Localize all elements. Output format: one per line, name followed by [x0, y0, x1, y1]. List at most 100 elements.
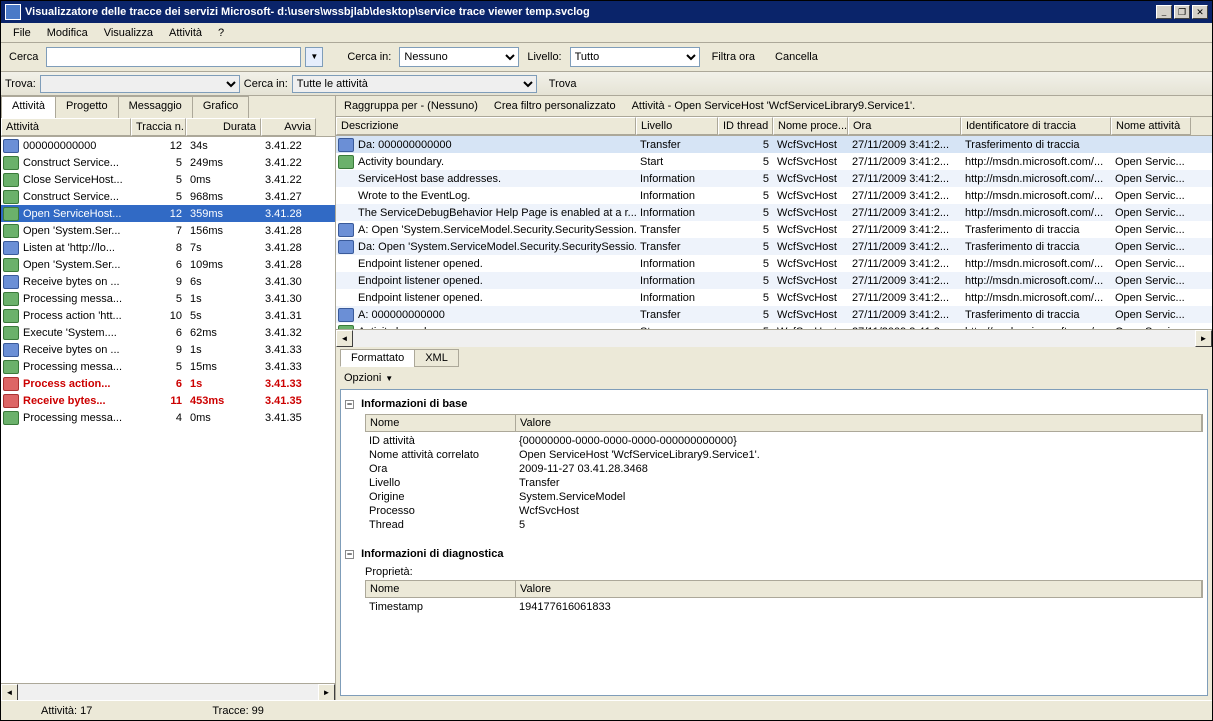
activity-icon [3, 292, 19, 306]
activity-row[interactable]: Listen at 'http://lo...87s3.41.28 [1, 239, 335, 256]
options-dropdown[interactable]: Opzioni ▼ [336, 367, 1212, 389]
trace-count: Tracce: 99 [212, 705, 264, 716]
col-header[interactable]: Ora [848, 117, 961, 135]
col-header[interactable]: Durata [186, 118, 261, 136]
scroll-right-button[interactable]: ► [1195, 330, 1212, 347]
col-header[interactable]: Nome attività [1111, 117, 1191, 135]
basic-info-section[interactable]: − Informazioni di base [345, 394, 1203, 414]
detail-tab-xml[interactable]: XML [414, 349, 459, 367]
trace-row[interactable]: Wrote to the EventLog.Information5WcfSvc… [336, 187, 1212, 204]
activities-list[interactable]: 0000000000001234s3.41.22Construct Servic… [1, 137, 335, 683]
tab-grafico[interactable]: Grafico [192, 96, 249, 118]
trace-row[interactable]: Endpoint listener opened.Information5Wcf… [336, 255, 1212, 272]
scroll-left-button[interactable]: ◄ [336, 330, 353, 347]
search-input[interactable] [46, 47, 301, 67]
trace-row[interactable]: The ServiceDebugBehavior Help Page is en… [336, 204, 1212, 221]
trace-icon [338, 138, 354, 152]
collapse-icon[interactable]: − [345, 550, 354, 559]
filter-now-button[interactable]: Filtra ora [704, 47, 763, 67]
cerca-label: Cerca [5, 51, 42, 63]
trace-row[interactable]: ServiceHost base addresses.Information5W… [336, 170, 1212, 187]
activity-row[interactable]: Processing messa...51s3.41.30 [1, 290, 335, 307]
col-header[interactable]: Avvia [261, 118, 316, 136]
activity-row[interactable]: Open ServiceHost...12359ms3.41.28 [1, 205, 335, 222]
menu-?[interactable]: ? [210, 25, 232, 40]
detail-body[interactable]: − Informazioni di base Nome Valore ID at… [340, 389, 1208, 696]
trace-row[interactable]: Activity boundary.Start5WcfSvcHost27/11/… [336, 153, 1212, 170]
menu-attività[interactable]: Attività [161, 25, 210, 40]
activity-icon [3, 173, 19, 187]
detail-tab-formattato[interactable]: Formattato [340, 349, 415, 367]
col-header[interactable]: Livello [636, 117, 718, 135]
col-header[interactable]: Identificatore di traccia [961, 117, 1111, 135]
trace-icon [338, 240, 354, 254]
cancel-button[interactable]: Cancella [767, 47, 826, 67]
scroll-right-button[interactable]: ► [318, 684, 335, 701]
trace-row[interactable]: A: 000000000000Transfer5WcfSvcHost27/11/… [336, 306, 1212, 323]
scroll-left-button[interactable]: ◄ [1, 684, 18, 701]
tab-attività[interactable]: Attività [1, 96, 56, 118]
menu-file[interactable]: File [5, 25, 39, 40]
activity-row[interactable]: Open 'System.Ser...7156ms3.41.28 [1, 222, 335, 239]
activity-icon [3, 156, 19, 170]
col-header[interactable]: Nome proce... [773, 117, 848, 135]
activity-row[interactable]: Processing messa...40ms3.41.35 [1, 409, 335, 426]
trace-row[interactable]: Da: 000000000000Transfer5WcfSvcHost27/11… [336, 136, 1212, 153]
diag-info-section[interactable]: − Informazioni di diagnostica [345, 544, 1203, 564]
hscrollbar[interactable]: ◄ ► [1, 683, 335, 700]
tab-messaggio[interactable]: Messaggio [118, 96, 193, 118]
trace-row[interactable]: Endpoint listener opened.Information5Wcf… [336, 289, 1212, 306]
menu-visualizza[interactable]: Visualizza [96, 25, 161, 40]
left-tabs: AttivitàProgettoMessaggioGrafico [1, 96, 335, 118]
col-header[interactable]: Descrizione [336, 117, 636, 135]
maximize-button[interactable]: ❐ [1174, 5, 1190, 19]
activity-row[interactable]: Process action 'htt...105s3.41.31 [1, 307, 335, 324]
find-select[interactable] [40, 75, 240, 93]
trace-row[interactable]: Da: Open 'System.ServiceModel.Security.S… [336, 238, 1212, 255]
activity-icon [3, 224, 19, 238]
find-cercain-label: Cerca in: [244, 78, 288, 90]
activity-row[interactable]: Close ServiceHost...50ms3.41.22 [1, 171, 335, 188]
create-filter-link[interactable]: Crea filtro personalizzato [494, 100, 616, 112]
activities-header: AttivitàTraccia n.DurataAvvia [1, 118, 335, 137]
activity-row[interactable]: Process action...61s3.41.33 [1, 375, 335, 392]
minimize-button[interactable]: _ [1156, 5, 1172, 19]
col-header[interactable]: Traccia n. [131, 118, 186, 136]
search-in-select[interactable]: Nessuno [399, 47, 519, 67]
trace-icon [338, 308, 354, 322]
activity-row[interactable]: Processing messa...515ms3.41.33 [1, 358, 335, 375]
trace-row[interactable]: Endpoint listener opened.Information5Wcf… [336, 272, 1212, 289]
find-button[interactable]: Trova [541, 78, 585, 90]
activity-label: Attività - Open ServiceHost 'WcfServiceL… [632, 100, 916, 112]
chevron-down-icon: ▼ [385, 374, 393, 383]
activity-row[interactable]: 0000000000001234s3.41.22 [1, 137, 335, 154]
find-toolbar: Trova: Cerca in: Tutte le attività Trova [1, 72, 1212, 96]
tab-progetto[interactable]: Progetto [55, 96, 119, 118]
col-header[interactable]: Attività [1, 118, 131, 136]
traces-header: DescrizioneLivelloID threadNome proce...… [336, 117, 1212, 136]
activity-row[interactable]: Receive bytes on ...96s3.41.30 [1, 273, 335, 290]
activity-icon [3, 139, 19, 153]
activity-row[interactable]: Execute 'System....662ms3.41.32 [1, 324, 335, 341]
search-dropdown[interactable]: ▼ [305, 47, 323, 67]
traces-hscrollbar[interactable]: ◄ ► [336, 329, 1212, 346]
activity-icon [3, 360, 19, 374]
activity-row[interactable]: Open 'System.Ser...6109ms3.41.28 [1, 256, 335, 273]
activity-row[interactable]: Receive bytes...11453ms3.41.35 [1, 392, 335, 409]
col-header[interactable]: ID thread [718, 117, 773, 135]
collapse-icon[interactable]: − [345, 400, 354, 409]
level-select[interactable]: Tutto [570, 47, 700, 67]
trace-row[interactable]: A: Open 'System.ServiceModel.Security.Se… [336, 221, 1212, 238]
property-row: ID attività{00000000-0000-0000-0000-0000… [365, 434, 1203, 448]
titlebar[interactable]: Visualizzatore delle tracce dei servizi … [1, 1, 1212, 23]
activity-row[interactable]: Construct Service...5968ms3.41.27 [1, 188, 335, 205]
livello-label: Livello: [523, 51, 565, 63]
trova-label: Trova: [5, 78, 36, 90]
traces-list[interactable]: Da: 000000000000Transfer5WcfSvcHost27/11… [336, 136, 1212, 329]
activity-row[interactable]: Construct Service...5249ms3.41.22 [1, 154, 335, 171]
activity-row[interactable]: Receive bytes on ...91s3.41.33 [1, 341, 335, 358]
group-by-link[interactable]: Raggruppa per - (Nessuno) [344, 100, 478, 112]
find-in-select[interactable]: Tutte le attività [292, 75, 537, 93]
close-button[interactable]: ✕ [1192, 5, 1208, 19]
menu-modifica[interactable]: Modifica [39, 25, 96, 40]
